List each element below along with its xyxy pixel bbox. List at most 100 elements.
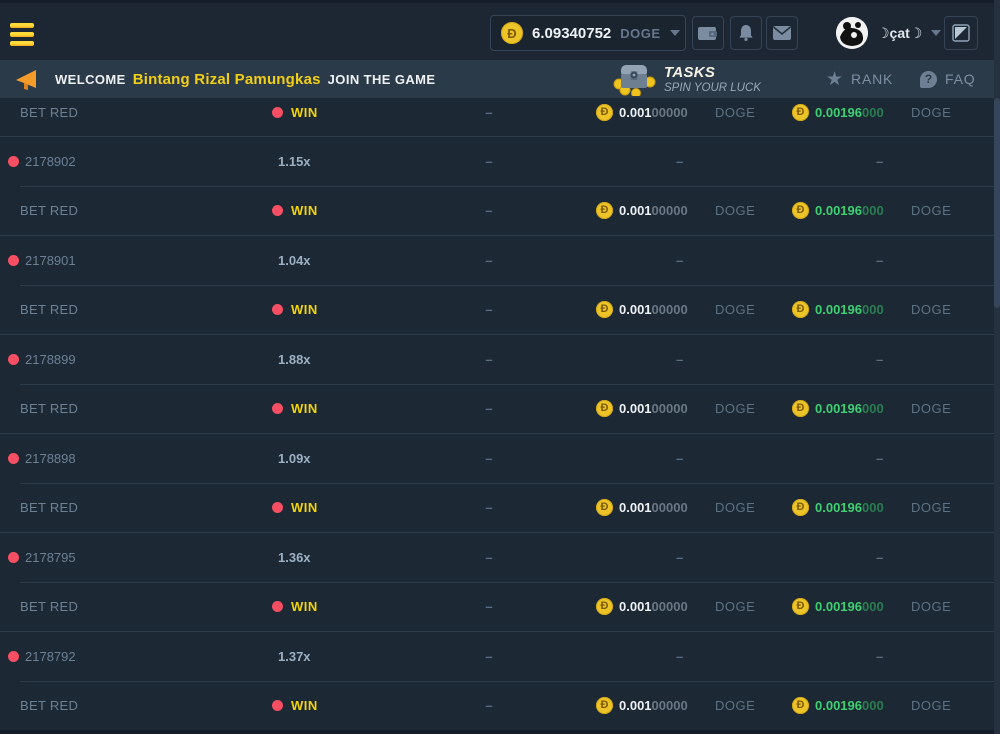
profit-amount-cell: Đ 0.00196000 DOGE <box>760 202 1000 219</box>
empty-value: – <box>485 352 492 367</box>
game-id: 2178902 <box>25 154 76 169</box>
notifications-button[interactable] <box>730 16 762 50</box>
bet-label-cell: BET RED <box>0 698 270 713</box>
profit-amount-cell: Đ 0.00196000 DOGE <box>760 598 1000 615</box>
game-row[interactable]: 2178792 1.37x – – – <box>0 631 1000 681</box>
profit-amount: 0.00196000 <box>815 401 901 416</box>
doge-coin-icon: Đ <box>596 697 613 714</box>
empty-value: – <box>485 154 492 169</box>
profit-amount: 0.00196000 <box>815 599 901 614</box>
wallet-button[interactable] <box>692 16 724 50</box>
game-id: 2178795 <box>25 550 76 565</box>
bet-row[interactable]: BET RED WIN – Đ 0.00100000 DOGE Đ 0.0019… <box>0 98 1000 136</box>
scrollbar-thumb[interactable] <box>994 98 1000 308</box>
tasks-link[interactable]: TASKS SPIN YOUR LUCK <box>612 60 761 98</box>
result-label: WIN <box>291 500 318 515</box>
bet-row[interactable]: BET RED WIN – Đ 0.00100000 DOGE Đ 0.0019… <box>0 483 1000 533</box>
red-dot-icon <box>272 700 283 711</box>
game-id-cell: 2178792 <box>0 649 270 664</box>
bet-label-cell: BET RED <box>0 203 270 218</box>
result-cell: WIN <box>270 698 460 713</box>
bet-row[interactable]: BET RED WIN – Đ 0.00100000 DOGE Đ 0.0019… <box>0 186 1000 236</box>
doge-coin-icon: Đ <box>501 22 523 44</box>
profit-currency: DOGE <box>911 698 951 713</box>
empty-value: – <box>485 302 492 317</box>
scrollbar[interactable] <box>994 0 1000 734</box>
result-cell: WIN <box>270 401 460 416</box>
doge-coin-icon: Đ <box>792 598 809 615</box>
multiplier-value: 1.37x <box>278 649 311 664</box>
red-dot-icon <box>8 156 19 167</box>
multiplier-cell: 1.37x <box>270 649 460 664</box>
bet-label: BET RED <box>20 599 78 614</box>
red-dot-icon <box>8 552 19 563</box>
empty-value: – <box>485 698 492 713</box>
game-row[interactable]: 2178898 1.09x – – – <box>0 433 1000 483</box>
multiplier-value: 1.36x <box>278 550 311 565</box>
empty-value: – <box>876 253 883 268</box>
profit-amount: 0.00196000 <box>815 302 901 317</box>
multiplier-cell: 1.15x <box>270 154 460 169</box>
bet-amount: 0.00100000 <box>619 203 705 218</box>
result-cell: WIN <box>270 599 460 614</box>
bet-row[interactable]: BET RED WIN – Đ 0.00100000 DOGE Đ 0.0019… <box>0 582 1000 632</box>
balance-selector[interactable]: Đ 6.09340752 DOGE <box>490 15 686 51</box>
empty-value: – <box>485 401 492 416</box>
red-dot-icon <box>272 403 283 414</box>
bet-label-cell: BET RED <box>0 105 270 120</box>
menu-button[interactable] <box>10 22 50 50</box>
doge-coin-icon: Đ <box>792 104 809 121</box>
bet-label: BET RED <box>20 401 78 416</box>
game-row[interactable]: 2178795 1.36x – – – <box>0 532 1000 582</box>
bet-row[interactable]: BET RED WIN – Đ 0.00100000 DOGE Đ 0.0019… <box>0 681 1000 731</box>
doge-coin-icon: Đ <box>596 202 613 219</box>
rank-label: RANK <box>851 71 893 87</box>
result-label: WIN <box>291 698 318 713</box>
bet-amount: 0.00100000 <box>619 500 705 515</box>
mail-icon <box>772 25 792 41</box>
welcome-suffix: JOIN THE GAME <box>328 72 436 87</box>
profit-amount: 0.00196000 <box>815 698 901 713</box>
game-id-cell: 2178898 <box>0 451 270 466</box>
red-dot-icon <box>272 205 283 216</box>
chat-toggle-button[interactable] <box>944 16 978 50</box>
profit-currency: DOGE <box>911 599 951 614</box>
bet-amount: 0.00100000 <box>619 302 705 317</box>
bet-amount-cell: Đ 0.00100000 DOGE <box>530 301 760 318</box>
doge-coin-icon: Đ <box>792 202 809 219</box>
bet-amount-cell: Đ 0.00100000 DOGE <box>530 202 760 219</box>
game-id: 2178901 <box>25 253 76 268</box>
profit-currency: DOGE <box>911 401 951 416</box>
chevron-down-icon <box>931 30 941 36</box>
doge-coin-icon: Đ <box>792 697 809 714</box>
chat-panel-icon <box>952 24 970 42</box>
star-icon: ★ <box>826 70 843 89</box>
red-dot-icon <box>272 601 283 612</box>
multiplier-cell: 1.09x <box>270 451 460 466</box>
game-row[interactable]: 2178899 1.88x – – – <box>0 334 1000 384</box>
empty-value: – <box>485 599 492 614</box>
user-menu[interactable]: ☽çat☽ <box>836 15 941 51</box>
bet-row[interactable]: BET RED WIN – Đ 0.00100000 DOGE Đ 0.0019… <box>0 285 1000 335</box>
bet-amount-cell: Đ 0.00100000 DOGE <box>530 598 760 615</box>
bet-row[interactable]: BET RED WIN – Đ 0.00100000 DOGE Đ 0.0019… <box>0 384 1000 434</box>
empty-value: – <box>676 253 683 268</box>
bet-currency: DOGE <box>715 401 755 416</box>
empty-value: – <box>676 550 683 565</box>
multiplier-cell: 1.88x <box>270 352 460 367</box>
empty-value: – <box>676 154 683 169</box>
game-row[interactable]: 2178902 1.15x – – – <box>0 136 1000 186</box>
result-label: WIN <box>291 302 318 317</box>
bet-currency: DOGE <box>715 698 755 713</box>
profit-amount-cell: Đ 0.00196000 DOGE <box>760 499 1000 516</box>
red-dot-icon <box>272 502 283 513</box>
messages-button[interactable] <box>766 16 798 50</box>
bet-label-cell: BET RED <box>0 599 270 614</box>
bet-label: BET RED <box>20 105 78 120</box>
result-cell: WIN <box>270 105 460 120</box>
bet-currency: DOGE <box>715 203 755 218</box>
empty-value: – <box>676 352 683 367</box>
game-row[interactable]: 2178901 1.04x – – – <box>0 235 1000 285</box>
rank-link[interactable]: ★ RANK <box>826 60 893 98</box>
faq-link[interactable]: ? FAQ <box>920 60 975 98</box>
